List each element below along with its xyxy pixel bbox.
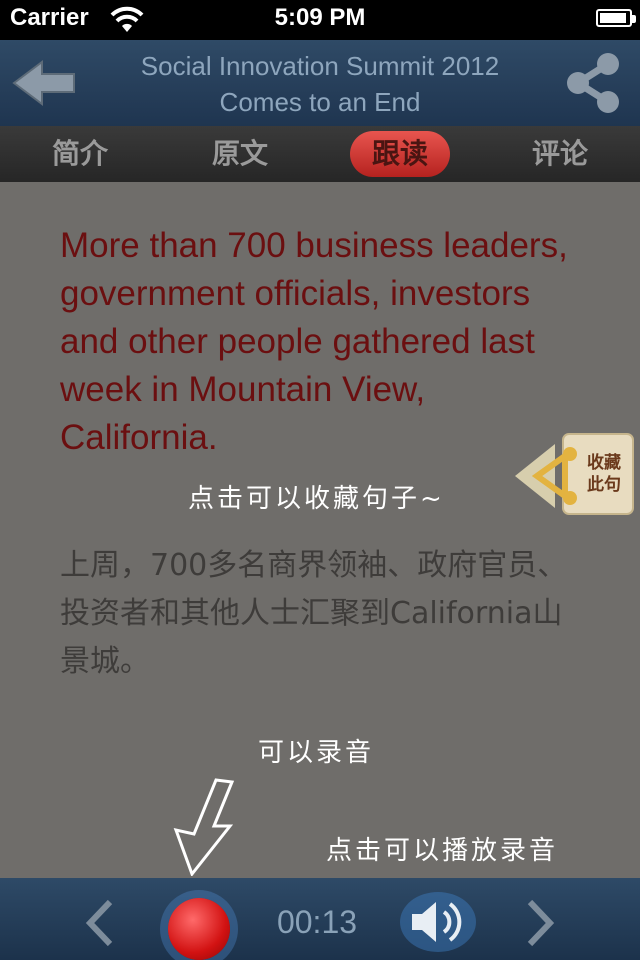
share-icon[interactable] <box>562 50 626 116</box>
record-button[interactable] <box>168 898 230 960</box>
battery-icon <box>596 9 636 27</box>
collect-sentence-button[interactable]: 收藏 此句 <box>515 424 640 522</box>
back-arrow-icon[interactable] <box>10 58 78 108</box>
chinese-translation: 上周，700多名商界领袖、政府官员、投资者和其他人士汇聚到California山… <box>60 548 568 679</box>
sentence-panel: More than 700 business leaders, governme… <box>0 182 640 878</box>
collect-label-2: 此句 <box>587 475 621 495</box>
tab-original[interactable]: 原文 <box>160 126 320 182</box>
tab-intro[interactable]: 简介 <box>0 126 160 182</box>
player-toolbar: 00:13 <box>0 878 640 960</box>
chevron-right-icon[interactable] <box>520 898 560 948</box>
recording-timer: 00:13 <box>276 904 358 940</box>
tab-label: 跟读 <box>349 131 450 177</box>
collect-label-1: 收藏 <box>587 453 621 473</box>
speaker-icon[interactable] <box>398 886 478 956</box>
navigation-bar: Social Innovation Summit 2012 Comes to a… <box>0 40 640 128</box>
status-bar: Carrier 5:09 PM <box>0 0 640 40</box>
tab-label: 简介 <box>51 137 108 170</box>
clock: 5:09 PM <box>274 4 366 31</box>
tab-label: 原文 <box>211 137 268 170</box>
hint-collect-sentence: 点击可以收藏句子~ <box>188 484 445 514</box>
title-line-1: Social Innovation Summit 2012 <box>140 51 500 81</box>
hint-play-recording: 点击可以播放录音 <box>326 836 559 866</box>
article-title: Social Innovation Summit 2012 Comes to a… <box>110 48 530 120</box>
hint-record: 可以录音 <box>258 738 375 768</box>
tab-bar: 简介 原文 跟读 评论 <box>0 126 640 182</box>
english-sentence[interactable]: More than 700 business leaders, governme… <box>60 222 590 462</box>
tab-comments[interactable]: 评论 <box>480 126 640 182</box>
chevron-left-icon[interactable] <box>80 898 120 948</box>
tab-label: 评论 <box>531 137 588 170</box>
arrow-down-icon <box>173 778 235 876</box>
title-line-2: Comes to an End <box>219 87 421 117</box>
tab-read-along[interactable]: 跟读 <box>320 126 480 182</box>
